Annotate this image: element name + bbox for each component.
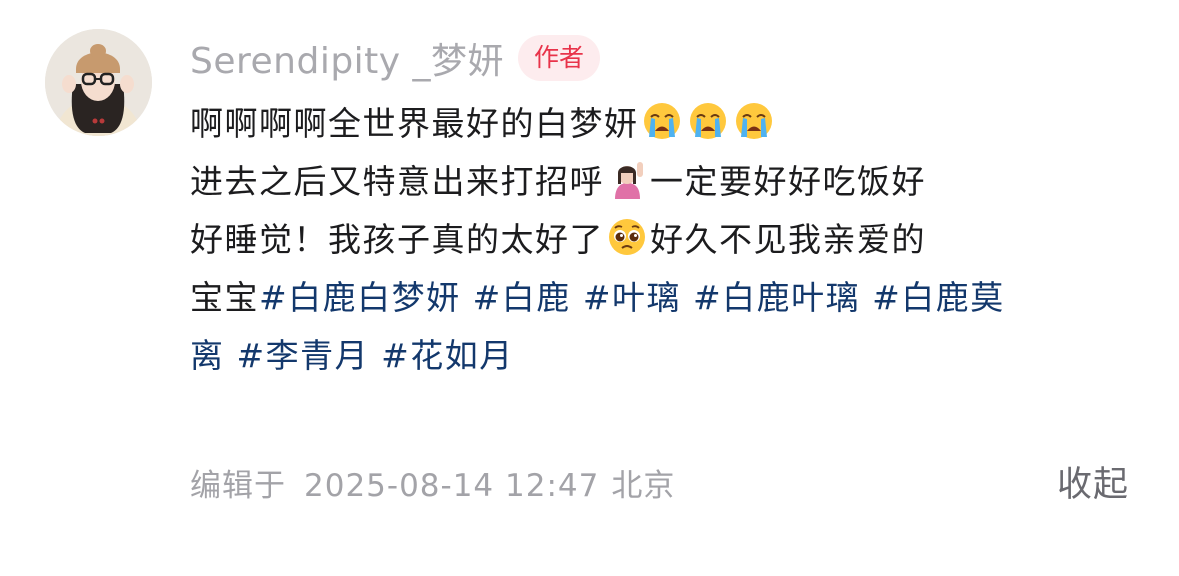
hashtag-link[interactable]: #白鹿叶璃 <box>693 278 860 317</box>
hashtag-link[interactable]: #叶璃 <box>583 278 681 317</box>
avatar[interactable] <box>45 29 152 136</box>
username[interactable]: Serendipity _梦妍 <box>190 32 504 84</box>
hashtag-link[interactable]: #花如月 <box>381 336 514 375</box>
comment-text <box>461 278 473 317</box>
author-badge: 作者 <box>518 35 601 81</box>
comment-text: 进去之后又特意出来打招呼 <box>190 162 604 201</box>
comment-text: 一定要好好吃饭好 <box>650 162 926 201</box>
loudly-crying-face-emoji <box>642 101 682 141</box>
comment-text <box>681 278 693 317</box>
comment-text: 啊啊啊啊全世界最好的白梦妍 <box>190 104 639 143</box>
hashtag-link[interactable]: #白鹿白梦妍 <box>259 278 461 317</box>
edited-time: 2025-08-14 12:47 <box>304 468 600 504</box>
loudly-crying-face-emoji <box>688 101 728 141</box>
hashtag-link[interactable]: #白鹿莫 <box>872 278 1005 317</box>
comment-text <box>369 336 381 375</box>
collapse-button[interactable]: 收起 <box>1057 456 1129 507</box>
comment-text <box>860 278 872 317</box>
comment-meta: 编辑于 2025-08-14 12:47 北京 <box>190 460 675 505</box>
comment-text <box>571 278 583 317</box>
comment-line: 好睡觉！我孩子真的太好了 好久不见我亲爱的 <box>190 211 1150 269</box>
comment-text <box>225 336 237 375</box>
person-raising-hand-emoji <box>607 159 647 199</box>
comment-line: 离 #李青月 #花如月 <box>190 327 1150 385</box>
location: 北京 <box>611 468 676 504</box>
loudly-crying-face-emoji <box>734 101 774 141</box>
hashtag-link[interactable]: #李青月 <box>237 336 370 375</box>
comment-card: Serendipity _梦妍 作者 啊啊啊啊全世界最好的白梦妍 进去之后又特意出… <box>0 0 1179 576</box>
comment-line: 啊啊啊啊全世界最好的白梦妍 <box>190 95 1150 153</box>
comment-line: 进去之后又特意出来打招呼 一定要好好吃饭好 <box>190 153 1150 211</box>
pleading-face-emoji <box>607 217 647 257</box>
hashtag-link[interactable]: 离 <box>190 336 225 375</box>
comment-text: 好睡觉！我孩子真的太好了 <box>190 220 604 259</box>
edited-label: 编辑于 <box>190 468 286 504</box>
comment-header: Serendipity _梦妍 作者 <box>190 32 601 84</box>
avatar-image <box>45 29 152 136</box>
comment-line: 宝宝#白鹿白梦妍 #白鹿 #叶璃 #白鹿叶璃 #白鹿莫 <box>190 269 1150 327</box>
comment-text: 宝宝 <box>190 278 259 317</box>
hashtag-link[interactable]: #白鹿 <box>473 278 571 317</box>
comment-text: 好久不见我亲爱的 <box>650 220 926 259</box>
comment-body: 啊啊啊啊全世界最好的白梦妍 进去之后又特意出来打招呼 一定要好好吃饭好好睡觉！我孩子… <box>190 95 1150 385</box>
